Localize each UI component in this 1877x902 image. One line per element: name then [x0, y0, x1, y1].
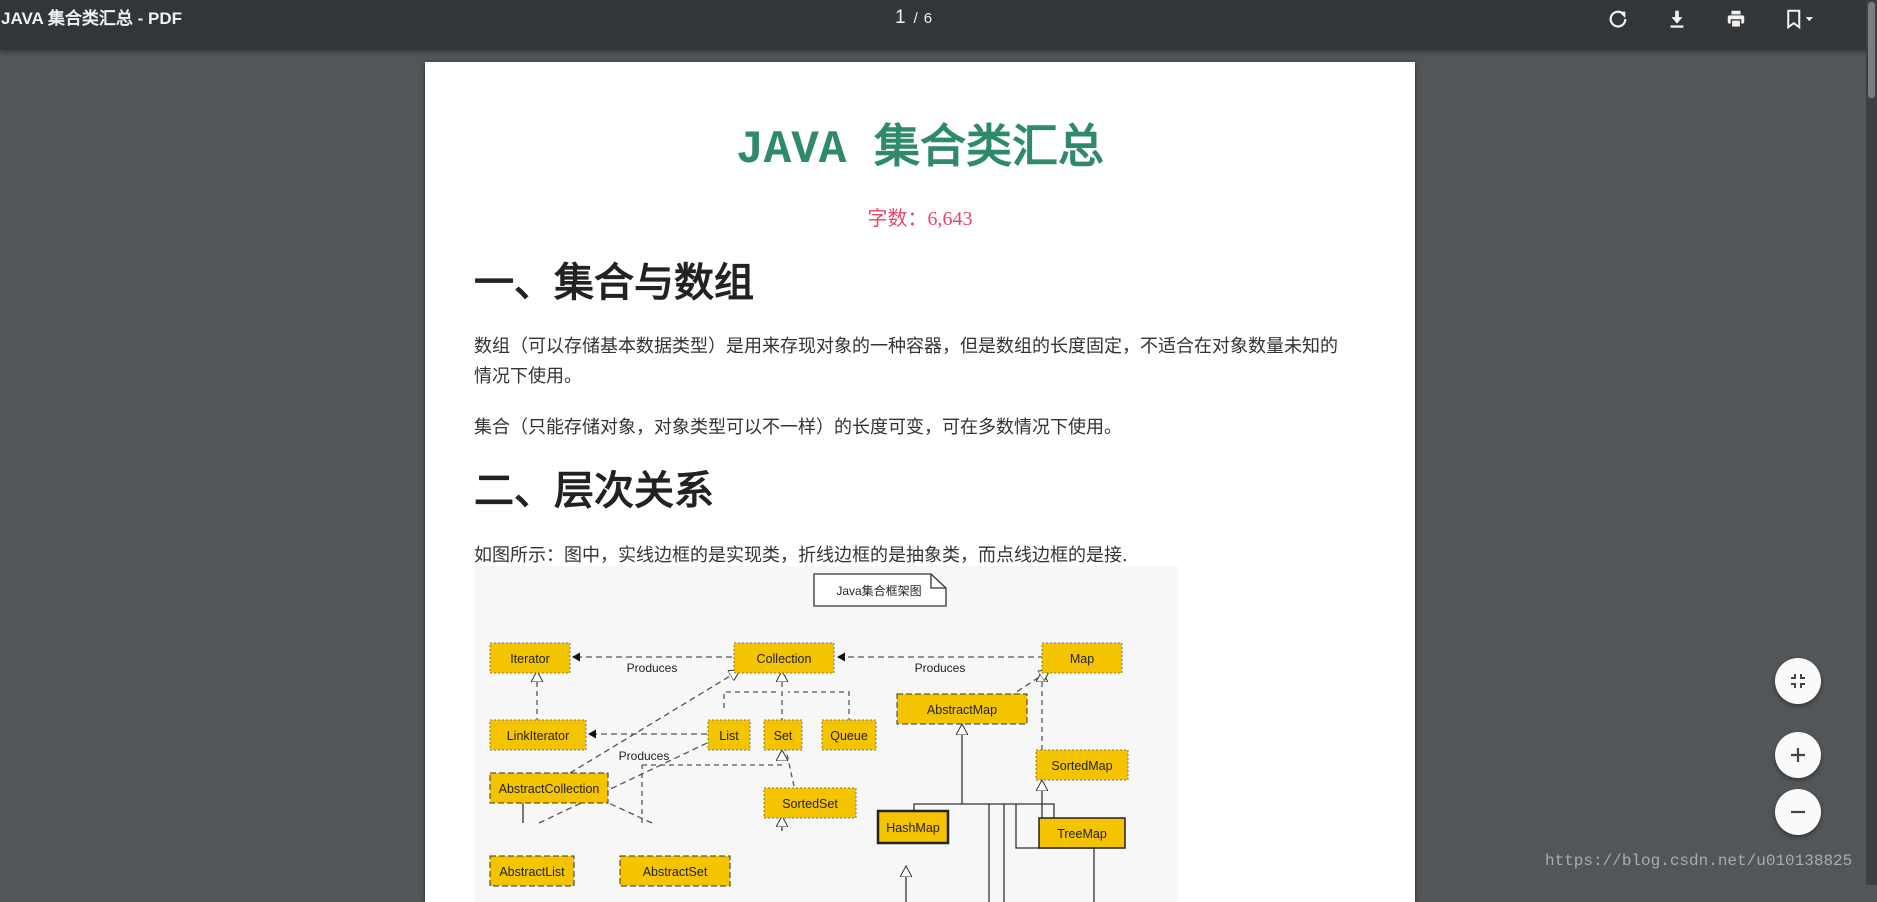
node-abstractset: AbstractSet [619, 855, 731, 887]
svg-text:SortedSet: SortedSet [782, 797, 838, 811]
node-list: List [707, 719, 751, 751]
fit-page-button[interactable] [1775, 658, 1821, 704]
section-1-paragraph-1: 数组（可以存储基本数据类型）是用来存现对象的一种容器，但是数组的长度固定，不适合… [474, 336, 1338, 387]
node-map: Map [1041, 642, 1123, 674]
pdf-page: JAVA 集合类汇总 字数：6,643 一、集合与数组 数组（可以存储基本数据类… [425, 62, 1415, 902]
svg-text:AbstractList: AbstractList [499, 865, 565, 879]
bookmark-button[interactable] [1780, 3, 1824, 35]
zoom-in-icon [1791, 748, 1805, 762]
node-set: Set [763, 719, 803, 751]
node-abstractcollection: AbstractCollection [489, 772, 609, 804]
node-abstractlist: AbstractList [489, 855, 575, 887]
scrollbar-thumb[interactable] [1868, 2, 1875, 98]
svg-text:AbstractSet: AbstractSet [643, 865, 708, 879]
watermark: https://blog.csdn.net/u010138825 [1545, 852, 1853, 870]
node-queue: Queue [821, 719, 877, 751]
node-collection: Collection [733, 642, 835, 674]
svg-text:TreeMap: TreeMap [1057, 827, 1107, 841]
node-treemap: TreeMap [1038, 817, 1126, 849]
svg-text:Queue: Queue [830, 729, 868, 743]
node-iterator: Iterator [489, 642, 571, 674]
edge-list-collection [723, 691, 776, 708]
svg-text:List: List [719, 729, 739, 743]
doc-title: JAVA 集合类汇总 [735, 124, 1105, 176]
collection-framework-diagram: Java集合框架图 Produces Produces Produces Ite… [474, 566, 1178, 902]
node-sortedset: SortedSet [763, 787, 857, 819]
node-hashmap: HashMap [876, 809, 950, 845]
fit-page-icon [1791, 674, 1805, 688]
chevron-down-icon [1805, 17, 1813, 22]
total-pages: 6 [923, 10, 933, 27]
node-linkiterator: LinkIterator [489, 719, 587, 751]
edge-label-produces: Produces [627, 661, 678, 675]
current-page-input[interactable]: 1 [895, 7, 906, 28]
rotate-icon [1609, 10, 1627, 28]
zoom-out-icon [1791, 810, 1805, 814]
node-abstractmap: AbstractMap [896, 693, 1028, 725]
download-button[interactable] [1660, 3, 1694, 35]
edge-sortedset-set [785, 749, 795, 787]
word-count: 字数：6,643 [867, 208, 973, 230]
svg-text:LinkIterator: LinkIterator [507, 729, 570, 743]
print-icon [1727, 10, 1745, 28]
edge-queue-collection [788, 691, 850, 723]
page-indicator: 1 / 6 [895, 0, 932, 36]
svg-text:Collection: Collection [757, 652, 812, 666]
vertical-scrollbar[interactable] [1866, 0, 1877, 885]
print-button[interactable] [1719, 3, 1753, 35]
edge-label-produces: Produces [915, 661, 966, 675]
page-separator: / [913, 10, 918, 27]
rotate-button[interactable] [1601, 3, 1635, 35]
bookmark-icon [1787, 9, 1813, 30]
diagram-title-note: Java集合框架图 [813, 573, 947, 607]
svg-text:AbstractMap: AbstractMap [927, 703, 997, 717]
section-heading-2: 二、层次关系 [474, 468, 714, 514]
svg-text:Map: Map [1070, 652, 1094, 666]
svg-text:Iterator: Iterator [510, 652, 550, 666]
svg-text:Set: Set [774, 729, 793, 743]
document-title: JAVA 集合类汇总 - PDF [1, 9, 183, 28]
svg-text:HashMap: HashMap [886, 821, 940, 835]
zoom-out-button[interactable] [1775, 789, 1821, 835]
svg-text:AbstractCollection: AbstractCollection [499, 782, 600, 796]
pdf-toolbar: JAVA 集合类汇总 - PDF 1 / 6 [0, 0, 1877, 50]
section-1-paragraph-2: 集合（只能存储对象，对象类型可以不一样）的长度可变，可在多数情况下使用。 [474, 417, 1122, 438]
diagram-title: Java集合框架图 [836, 583, 921, 598]
edge-label-produces: Produces [619, 749, 670, 763]
section-heading-1: 一、集合与数组 [474, 260, 754, 306]
node-sortedmap: SortedMap [1035, 749, 1129, 781]
zoom-in-button[interactable] [1775, 732, 1821, 778]
download-icon [1670, 10, 1684, 28]
svg-text:SortedMap: SortedMap [1051, 759, 1112, 773]
